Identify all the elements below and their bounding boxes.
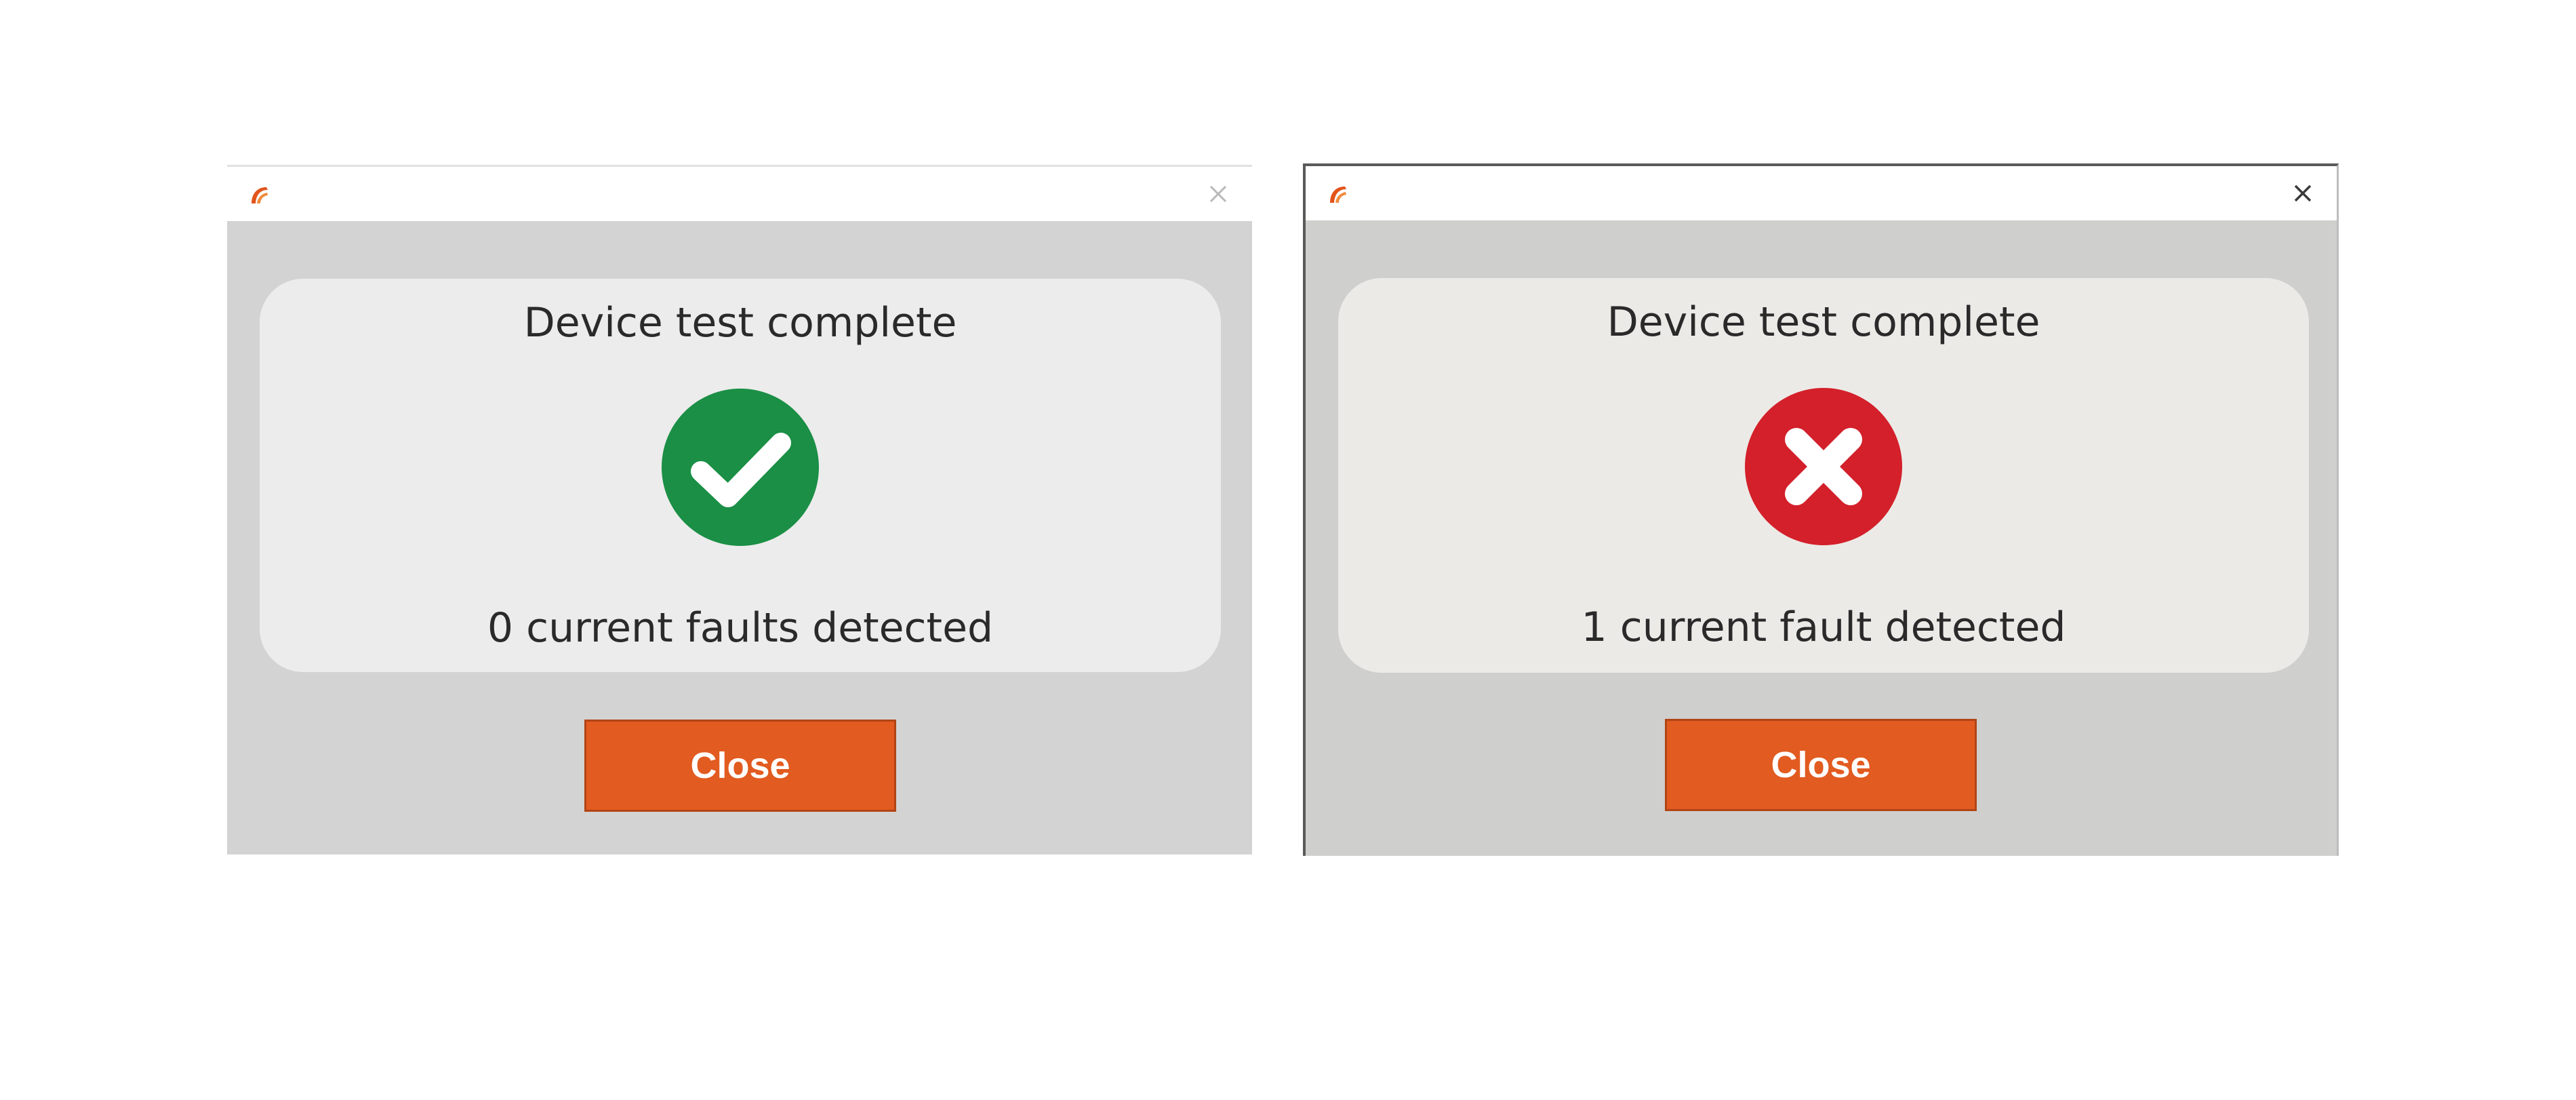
close-button[interactable]: Close: [1665, 719, 1977, 811]
title-bar: [227, 167, 1252, 221]
dialog-heading: Device test complete: [523, 299, 957, 347]
app-logo-icon: [251, 187, 268, 203]
result-panel: Device test complete 0 current faults de…: [260, 279, 1221, 672]
dialog-heading: Device test complete: [1607, 298, 2040, 346]
x-circle-icon: [1745, 388, 1902, 545]
app-logo-icon: [1330, 186, 1346, 203]
device-test-dialog-fail: Device test complete 1 current fault det…: [1303, 163, 2339, 856]
result-panel: Device test complete 1 current fault det…: [1338, 278, 2309, 673]
close-button[interactable]: Close: [584, 720, 896, 812]
window-close-icon[interactable]: [1201, 176, 1236, 212]
fault-count-text: 1 current fault detected: [1581, 604, 2066, 651]
title-bar: [1306, 166, 2337, 220]
device-test-dialog-pass: Device test complete 0 current faults de…: [227, 165, 1252, 855]
window-close-icon[interactable]: [2285, 176, 2320, 211]
check-circle-icon: [662, 389, 819, 546]
fault-count-text: 0 current faults detected: [487, 604, 994, 652]
